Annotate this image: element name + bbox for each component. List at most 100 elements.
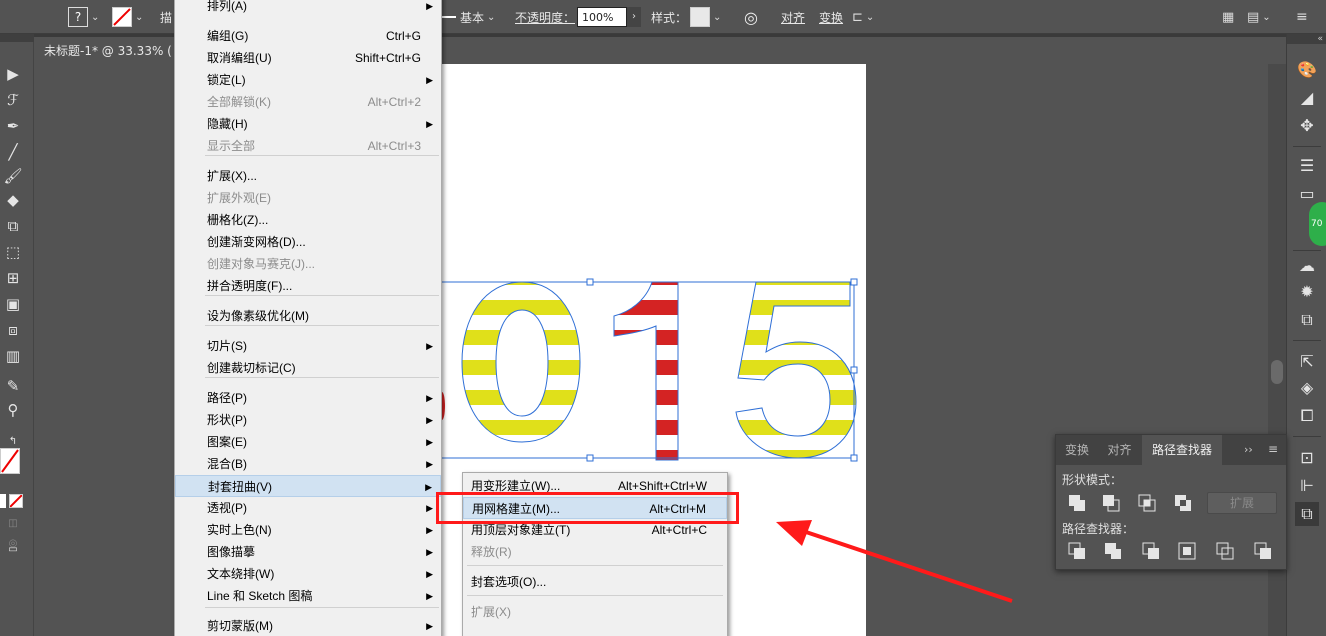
opacity-field[interactable]: 100% ›	[577, 0, 641, 34]
menu-item[interactable]: 创建渐变网格(D)...	[175, 231, 441, 253]
mesh-tool-icon[interactable]: ⊞	[3, 268, 23, 288]
export-icon[interactable]: ⇱	[1295, 350, 1319, 374]
zoom-tool-icon[interactable]: ⚲	[3, 400, 23, 420]
document-tab[interactable]: 未标题-1* @ 33.33% (	[34, 36, 174, 64]
submenu-item[interactable]: 释放(R)	[463, 541, 727, 563]
isolate-icon[interactable]: ⊏ ⌄	[852, 0, 874, 34]
menu-item[interactable]: 取消编组(U) Shift+Ctrl+G	[175, 47, 441, 69]
unite-icon[interactable]	[1067, 493, 1087, 513]
gradient-tool-icon[interactable]: ▣	[3, 294, 23, 314]
menu-item[interactable]: 创建裁切标记(C)	[175, 357, 441, 379]
pathfinder-panel-icon[interactable]: ⧉	[1295, 502, 1319, 526]
line-tool-icon[interactable]: ╱	[3, 142, 23, 162]
menu-item[interactable]: 混合(B) ▶	[175, 453, 441, 475]
selection-tool-icon[interactable]: ▶	[3, 64, 23, 84]
fill-swatch[interactable]: ? ⌄	[68, 0, 99, 34]
menu-item[interactable]: 封套扭曲(V) ▶	[175, 475, 441, 497]
intersect-icon[interactable]	[1137, 493, 1157, 513]
document-setup-icon[interactable]: ▤ ⌄	[1247, 0, 1271, 34]
scrollbar-thumb[interactable]	[1271, 360, 1283, 384]
stroke-profile[interactable]: 基本 ⌄	[442, 0, 495, 34]
menu-item[interactable]: 实时上色(N) ▶	[175, 519, 441, 541]
menu-item[interactable]: 拼合透明度(F)...	[175, 275, 441, 297]
menu-item[interactable]: 锁定(L) ▶	[175, 69, 441, 91]
menu-item[interactable]: 编组(G) Ctrl+G	[175, 25, 441, 47]
arrange-grid-icon[interactable]: ▦	[1222, 0, 1234, 34]
menu-item[interactable]: Line 和 Sketch 图稿 ▶	[175, 585, 441, 607]
paintbrush-tool-icon[interactable]: 🖌	[3, 166, 23, 186]
opacity-label[interactable]: 不透明度：	[515, 0, 575, 34]
pen-tool-icon[interactable]: ✒	[3, 116, 23, 136]
align-link[interactable]: 对齐	[781, 0, 805, 34]
menu-item[interactable]: 切片(S) ▶	[175, 335, 441, 357]
tab-transform[interactable]: 变换	[1056, 435, 1098, 465]
creative-cloud-icon[interactable]: ☁	[1295, 254, 1319, 278]
recolor-icon[interactable]: ◎	[744, 0, 758, 34]
submenu-item[interactable]: 封套选项(O)...	[463, 571, 727, 593]
layers-icon[interactable]: ◈	[1295, 376, 1319, 400]
transform-panel-icon[interactable]: ⊡	[1295, 446, 1319, 470]
menu-item[interactable]: 栅格化(Z)...	[175, 209, 441, 231]
menu-item[interactable]: 显示全部 Alt+Ctrl+3	[175, 135, 441, 157]
stroke-color-box[interactable]	[0, 448, 20, 474]
outline-icon[interactable]	[1215, 541, 1235, 561]
color-palette-icon[interactable]: 🎨	[1295, 58, 1319, 82]
menu-item[interactable]: 创建对象马赛克(J)...	[175, 253, 441, 275]
none-mode-icon[interactable]	[9, 494, 23, 508]
panel-menu-icon[interactable]: ≡	[1296, 0, 1308, 34]
style-swatch[interactable]: ⌄	[690, 0, 721, 34]
align-panel-icon[interactable]: ⊩	[1295, 474, 1319, 498]
opacity-input[interactable]: 100%	[577, 7, 627, 27]
tab-pathfinder[interactable]: 路径查找器	[1142, 435, 1222, 465]
menu-item[interactable]: 图案(E) ▶	[175, 431, 441, 453]
graph-tool-icon[interactable]: ▥	[3, 346, 23, 366]
menu-item[interactable]: 扩展外观(E)	[175, 187, 441, 209]
color-mode-icon[interactable]	[0, 494, 6, 508]
artwork-2015[interactable]	[420, 266, 870, 476]
menu-item[interactable]: 文本绕排(W) ▶	[175, 563, 441, 585]
artboards-icon[interactable]: ⧠	[1295, 404, 1319, 428]
graphic-styles-icon[interactable]: ⧉	[1295, 308, 1319, 332]
menu-item[interactable]: 排列(A) ▶	[175, 0, 441, 17]
exclude-icon[interactable]	[1173, 493, 1193, 513]
minus-front-icon[interactable]	[1101, 493, 1121, 513]
panel-expand-icon[interactable]: ››	[1244, 443, 1253, 456]
rotate-tool-icon[interactable]: ⧉	[3, 216, 23, 236]
eraser-tool-icon[interactable]: ◆	[3, 190, 23, 210]
eyedropper-tool-icon[interactable]: ✎	[3, 376, 23, 396]
menu-item[interactable]: 形状(P) ▶	[175, 409, 441, 431]
menu-item[interactable]: 隐藏(H) ▶	[175, 113, 441, 135]
draw-mode-icon[interactable]: ◫ ◎	[3, 514, 23, 549]
chevron-right-icon[interactable]: ›	[627, 7, 641, 27]
crop-icon[interactable]	[1177, 541, 1197, 561]
menu-item[interactable]: 图像描摹 ▶	[175, 541, 441, 563]
menu-item[interactable]: 剪切蒙版(M) ▶	[175, 615, 441, 636]
menu-item[interactable]: 设为像素级优化(M)	[175, 305, 441, 327]
digit-0[interactable]	[461, 281, 581, 443]
submenu-item[interactable]: 扩展(X)	[463, 601, 727, 623]
screen-mode-icon[interactable]: ▭	[3, 540, 23, 560]
expand-button[interactable]: 扩展	[1207, 492, 1277, 514]
digit-5[interactable]	[735, 281, 857, 459]
stroke-swatch[interactable]: ⌄	[112, 0, 143, 34]
menu-item[interactable]: 全部解锁(K) Alt+Ctrl+2	[175, 91, 441, 113]
free-transform-tool-icon[interactable]: ⬚	[3, 242, 23, 262]
menu-item[interactable]: 路径(P) ▶	[175, 387, 441, 409]
merge-icon[interactable]	[1141, 541, 1161, 561]
shape-builder-icon[interactable]: ⧈	[3, 320, 23, 340]
color-guide-icon[interactable]: ◢	[1295, 86, 1319, 110]
menu-item[interactable]: 透视(P) ▶	[175, 497, 441, 519]
digit-1[interactable]	[613, 281, 679, 461]
stroke-panel-icon[interactable]: ☰	[1295, 154, 1319, 178]
divide-icon[interactable]	[1067, 541, 1087, 561]
panel-menu-icon[interactable]: ≡	[1268, 442, 1278, 456]
menu-item[interactable]: 扩展(X)...	[175, 165, 441, 187]
tab-align[interactable]: 对齐	[1098, 435, 1141, 465]
collapse-chevron-icon[interactable]: «	[1287, 34, 1326, 44]
lasso-tool-icon[interactable]: ℱ	[3, 90, 23, 110]
trim-icon[interactable]	[1103, 541, 1123, 561]
symbols-icon[interactable]: ✥	[1295, 114, 1319, 138]
transform-link[interactable]: 变换	[819, 0, 843, 34]
appearance-icon[interactable]: ✹	[1295, 280, 1319, 304]
minus-back-icon[interactable]	[1253, 541, 1273, 561]
